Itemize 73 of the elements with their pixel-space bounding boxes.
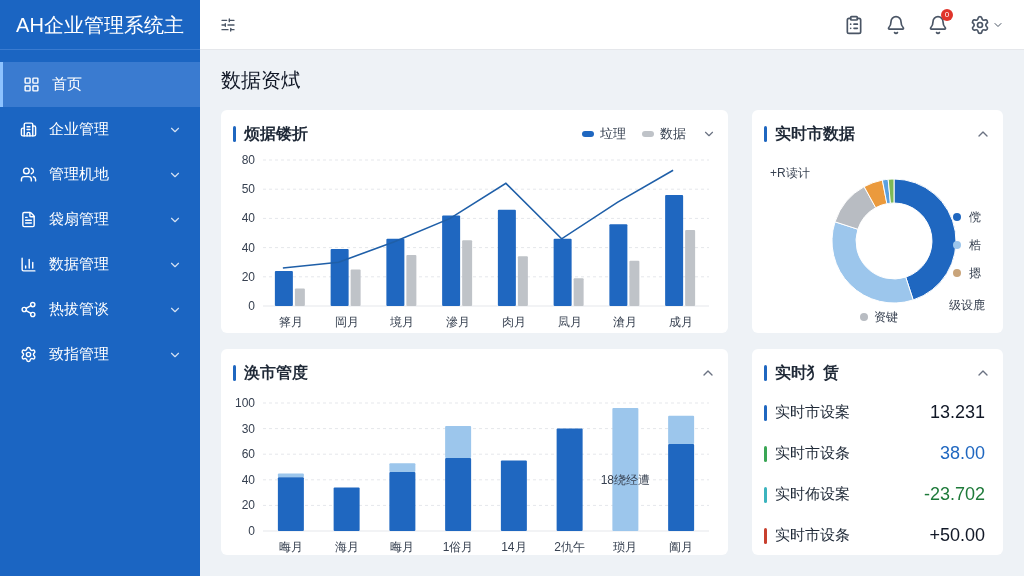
x-axis-label: 滄月: [613, 315, 638, 329]
card-title: 烦据镂折: [244, 124, 308, 144]
notes-icon[interactable]: [844, 14, 864, 35]
page-title: 数据资烒: [221, 68, 302, 93]
x-axis-label: 凨月: [557, 315, 582, 329]
stat-value: +50.00: [929, 524, 985, 547]
bell-icon[interactable]: [928, 14, 948, 35]
legend-label: 摁: [969, 265, 981, 282]
menu-icon: [23, 76, 40, 93]
card-title: 实时市数据: [775, 124, 855, 144]
sidebar-item[interactable]: 数据管理: [0, 242, 200, 287]
bar: [500, 460, 527, 531]
menu-icon: [20, 256, 37, 273]
bar-annotation: 18绕经遭: [600, 472, 651, 487]
menu-icon: [20, 346, 37, 363]
settings-icon[interactable]: [970, 14, 990, 35]
card-title: 涣市管度: [244, 363, 308, 383]
callout-label: 级设鹿: [949, 297, 985, 314]
y-axis-label: 40: [241, 240, 255, 255]
sidebar-item[interactable]: 企业管理: [0, 107, 200, 152]
y-axis-label: 0: [248, 299, 255, 313]
y-axis-label: 30: [241, 421, 255, 436]
sidebar-item[interactable]: 袋扇管理: [0, 197, 200, 242]
stat-value: -23.702: [923, 483, 985, 506]
stat-value: 13.231: [929, 401, 985, 424]
stat-label: 实时佈设案: [775, 484, 850, 505]
sidebar-item[interactable]: 热拔管谈: [0, 287, 200, 332]
y-axis-label: 0: [248, 524, 255, 538]
y-axis-label: 100: [234, 396, 255, 410]
menu-icon: [20, 166, 37, 183]
card-title: 实时犭赁: [775, 363, 839, 383]
x-axis-label: 箨月: [278, 315, 303, 329]
legend-label: 资键: [874, 309, 898, 326]
x-axis-label: 琐月: [613, 540, 638, 554]
stat-label: 实时市设条: [775, 525, 850, 546]
y-axis-label: 40: [241, 472, 255, 487]
stat-label: 实时市设案: [775, 402, 850, 423]
sidebar-item[interactable]: 首页: [0, 62, 200, 107]
bar: [333, 487, 360, 531]
x-axis-label: 肉月: [501, 315, 526, 329]
x-axis-label: 阖月: [669, 540, 694, 554]
y-axis-label: 80: [241, 153, 255, 167]
x-axis-label: 海月: [334, 540, 359, 554]
y-axis-label: 20: [241, 269, 255, 284]
menu-toggle-icon[interactable]: [220, 16, 236, 33]
callout-label: +R读计: [770, 165, 810, 182]
sidebar-item[interactable]: 致指管理: [0, 332, 200, 377]
x-axis-label: 岡月: [334, 315, 359, 329]
x-axis-label: 晦月: [278, 540, 303, 554]
x-axis-label: 境月: [390, 315, 415, 329]
legend-label: 垃理: [600, 125, 626, 144]
stat-label: 实时市设条: [775, 443, 850, 464]
bell-icon[interactable]: [886, 14, 906, 35]
sidebar-item[interactable]: 管理机地: [0, 152, 200, 197]
menu-icon: [20, 301, 37, 318]
legend-label: 傥: [969, 209, 981, 226]
notification-badge: 0: [941, 8, 953, 21]
y-axis-label: 40: [241, 211, 255, 226]
x-axis-label: 成月: [669, 315, 694, 329]
menu-icon: [20, 121, 37, 138]
brand-title: AH企业管理系统主: [16, 12, 184, 38]
y-axis-label: 20: [241, 498, 255, 513]
stat-value: 38.00: [939, 442, 985, 465]
legend-label: 数据: [660, 125, 686, 144]
x-axis-label: 2仇午: [554, 540, 585, 554]
x-axis-label: 14月: [501, 540, 527, 554]
y-axis-label: 60: [241, 447, 255, 462]
x-axis-label: 晦月: [390, 540, 415, 554]
y-axis-label: 50: [241, 182, 255, 197]
legend-label: 梏: [969, 237, 981, 254]
menu-icon: [20, 211, 37, 228]
x-axis-label: 1俗月: [442, 540, 474, 554]
x-axis-label: 滲月: [446, 315, 471, 329]
